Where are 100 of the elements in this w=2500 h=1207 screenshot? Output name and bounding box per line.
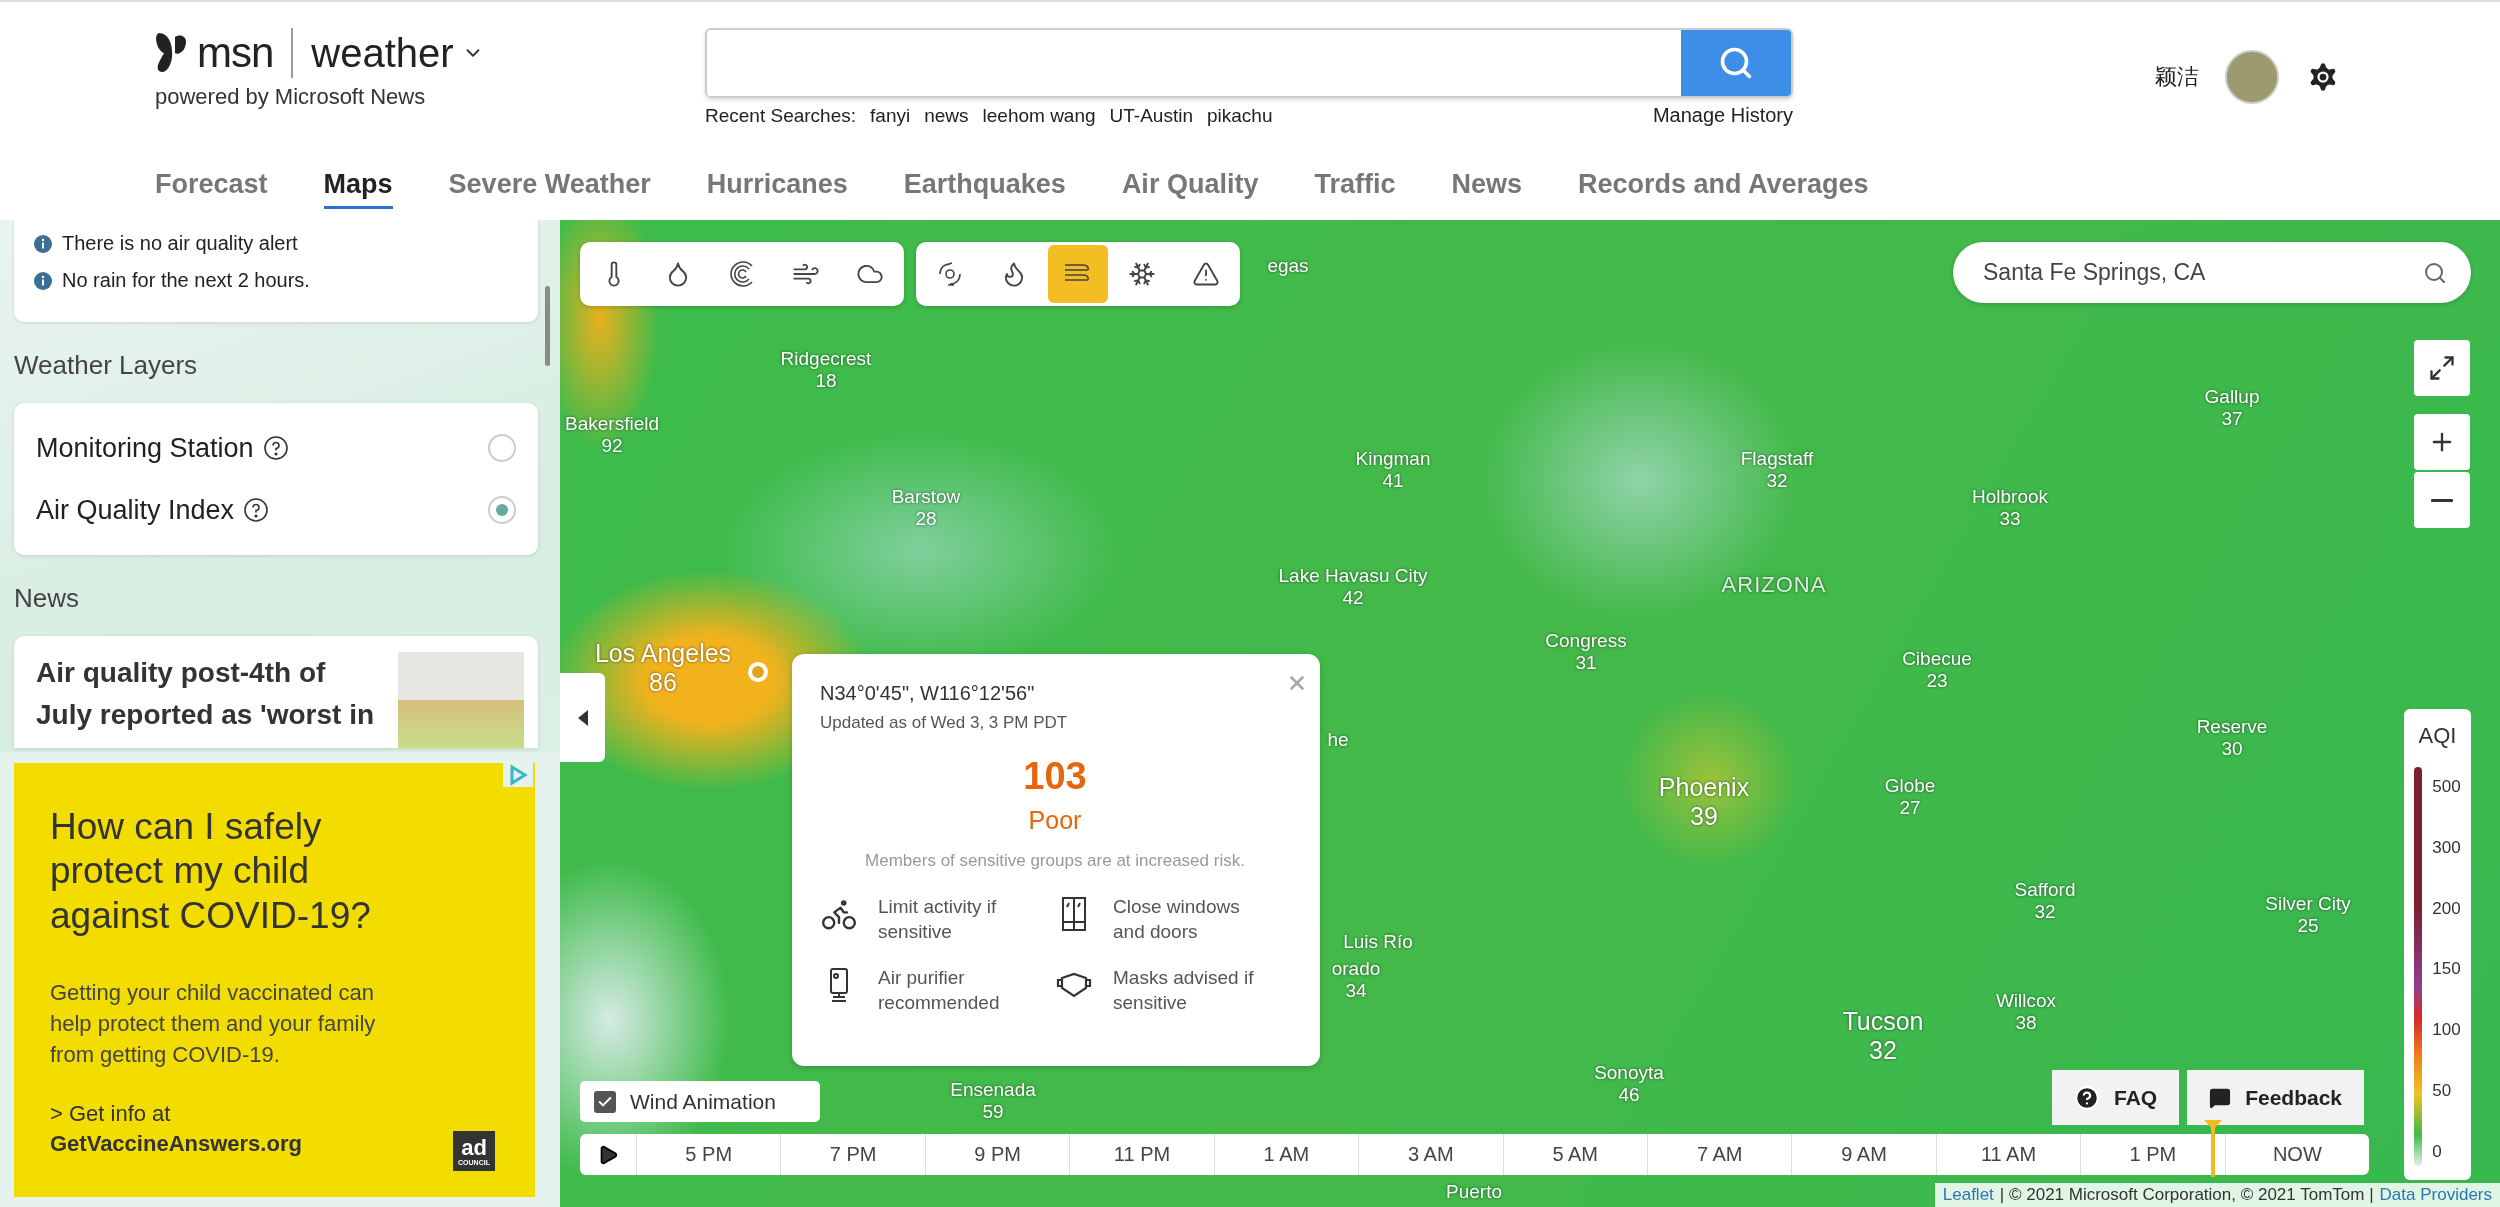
search-icon [1718, 45, 1754, 81]
help-icon[interactable] [244, 498, 269, 522]
butterfly-logo-icon [155, 31, 189, 75]
nav-tab[interactable]: Traffic [1314, 163, 1396, 209]
wind-animation-checkbox[interactable]: Wind Animation [580, 1081, 820, 1122]
avatar[interactable] [2225, 50, 2279, 104]
time-label[interactable]: 3 AM [1358, 1134, 1503, 1175]
user-name[interactable]: 颖洁 [2155, 62, 2199, 92]
news-title[interactable]: Air quality post-4th of July reported as 'worst in [36, 652, 384, 736]
radio-button[interactable] [488, 496, 516, 524]
time-label[interactable]: NOW [2224, 1134, 2370, 1175]
manage-history-link[interactable]: Manage History [1652, 104, 1793, 127]
coordinates: N34°0'45", W116°12'56" [820, 682, 1036, 705]
updated-time: Updated as of Wed 3, 3 PM PDT [820, 713, 1069, 733]
aqi-value: 103 [1022, 755, 1088, 798]
nav-tab[interactable]: Maps [323, 163, 393, 209]
recent-search-link[interactable]: UT-Austin [1109, 104, 1193, 127]
scrollbar-thumb[interactable] [545, 286, 550, 366]
map-aqi-value: 41 [1382, 470, 1404, 492]
map-aqi-value: 28 [915, 508, 937, 530]
recent-search-link[interactable]: fanyi [870, 104, 911, 127]
time-label[interactable]: 5 PM [636, 1134, 781, 1175]
info-icon [34, 271, 52, 290]
advice-text: Masks advised if sensitive [1113, 966, 1255, 1016]
search-input[interactable] [707, 30, 1681, 96]
radio-button[interactable] [488, 434, 516, 462]
time-label[interactable]: 1 AM [1213, 1134, 1359, 1175]
time-label[interactable]: 7 PM [780, 1134, 925, 1175]
timeline-marker[interactable] [2204, 1120, 2222, 1177]
minus-icon [2431, 498, 2453, 502]
news-card[interactable]: Air quality post-4th of July reported as 'worst in [14, 636, 538, 748]
nav-tab[interactable]: Air Quality [1121, 163, 1259, 209]
help-icon[interactable] [263, 436, 288, 460]
map-place-name: Cibecue [1902, 648, 1972, 670]
map-aqi-value: 31 [1575, 652, 1597, 674]
search-icon[interactable] [2423, 260, 2447, 285]
nav-tab[interactable]: Records and Averages [1578, 163, 1869, 209]
ad-body: Getting your child vaccinated can help protect them and your family from getting COVID-19. [50, 979, 377, 1069]
map-place-name: Holbrook [1972, 486, 2048, 508]
search-field[interactable] [705, 28, 1793, 98]
recent-search-link[interactable]: news [924, 104, 969, 127]
nav-tab[interactable]: Hurricanes [706, 163, 848, 209]
data-providers-link[interactable]: Data Providers [2379, 1185, 2492, 1205]
map-place-name: Los Angeles [594, 639, 732, 668]
ad-link[interactable]: GetVaccineAnswers.org [50, 1130, 302, 1157]
map-aqi-value: 39 [1690, 802, 1718, 831]
map-aqi-value: 32 [1869, 1036, 1897, 1065]
legend-tick: 150 [2432, 959, 2461, 980]
recent-search-link[interactable]: leehom wang [982, 104, 1096, 127]
nav-tab[interactable]: Severe Weather [448, 163, 651, 209]
advice-text: Close windows and doors [1113, 895, 1241, 944]
location-marker[interactable] [748, 662, 768, 682]
ad-headline: How can I safely protect my child against COVID-19? [50, 805, 372, 938]
nav-tab[interactable]: Forecast [155, 163, 268, 209]
time-label[interactable]: 9 AM [1791, 1134, 1936, 1175]
feedback-button[interactable]: Feedback [2187, 1070, 2365, 1125]
hurricane-icon [936, 260, 964, 288]
checkbox[interactable] [594, 1090, 616, 1113]
map-place-name: Lake Havasu City [1278, 565, 1428, 587]
search-button[interactable] [1681, 30, 1791, 96]
layer-label[interactable]: Monitoring Station [36, 432, 254, 464]
help-icon [2074, 1084, 2100, 1111]
time-label[interactable]: 7 AM [1646, 1134, 1792, 1175]
expand-icon [2428, 354, 2456, 382]
legend-tick: 50 [2432, 1081, 2453, 1102]
risk-text: Members of sensitive groups are at increased risk. [864, 851, 1246, 871]
section-heading: News [14, 583, 80, 614]
location-search-bar[interactable]: Santa Fe Springs, CA [1953, 242, 2471, 303]
alert-text: There is no air quality alert [62, 232, 298, 255]
map-place-name: Willcox [1995, 990, 2057, 1012]
faq-button[interactable]: FAQ [2052, 1070, 2180, 1125]
time-label[interactable]: 11 PM [1069, 1134, 1214, 1175]
map-place-name: Ensenada [950, 1079, 1036, 1101]
layer-label[interactable]: Air Quality Index [36, 494, 235, 526]
map-place-name: Gallup [2204, 386, 2260, 408]
tagline: powered by Microsoft News [155, 84, 427, 110]
location-search-input[interactable]: Santa Fe Springs, CA [1981, 258, 2423, 287]
legend-tick: 300 [2432, 837, 2461, 858]
time-label[interactable]: 5 AM [1502, 1134, 1647, 1175]
triangle-left-icon [577, 709, 588, 726]
nav-tab[interactable]: Earthquakes [903, 163, 1066, 209]
recent-search-link[interactable]: pikachu [1207, 104, 1273, 127]
time-label[interactable]: 9 PM [924, 1134, 1070, 1175]
map-aqi-value: 25 [2297, 915, 2319, 937]
nav-tab[interactable]: News [1451, 163, 1522, 209]
zoom-in-button[interactable] [2414, 414, 2470, 470]
fullscreen-button[interactable] [2414, 340, 2470, 396]
map-place-name: Kingman [1355, 448, 1431, 470]
product-name[interactable]: weather [311, 30, 454, 76]
map-place-name: orado [1331, 958, 1381, 980]
alert-text: No rain for the next 2 hours. [62, 269, 310, 292]
zoom-out-button[interactable] [2414, 472, 2470, 528]
map-place-name: Barstow [891, 486, 961, 508]
map-aqi-value: 23 [1926, 670, 1948, 692]
map-aqi-value: 86 [649, 668, 677, 697]
time-label[interactable]: 11 AM [1935, 1134, 2081, 1175]
recent-searches-label: Recent Searches: [705, 104, 857, 127]
brand-name[interactable]: msn [197, 29, 274, 77]
map-place-name: Globe [1884, 775, 1936, 797]
leaflet-link[interactable]: Leaflet [1942, 1185, 1994, 1205]
